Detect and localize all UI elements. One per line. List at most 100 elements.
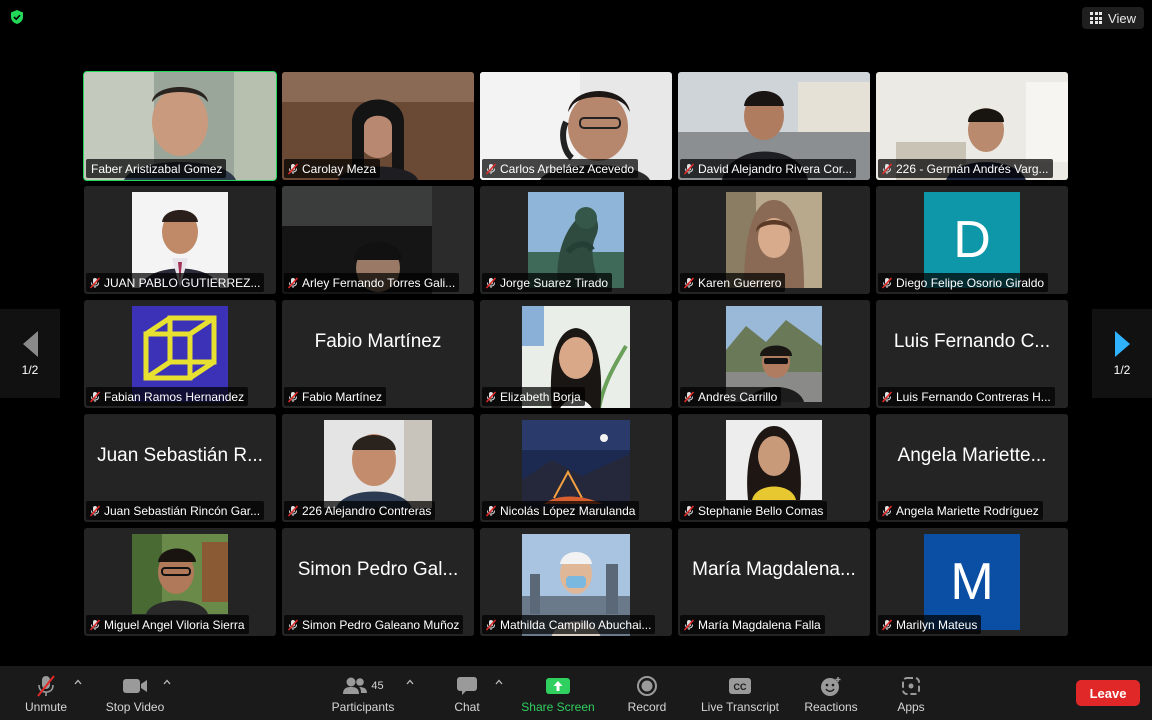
- muted-mic-icon: [683, 276, 695, 289]
- live-transcript-label: Live Transcript: [700, 700, 780, 714]
- participant-tile[interactable]: JUAN PABLO GUTIERREZ...: [84, 186, 276, 294]
- muted-mic-icon: [683, 162, 695, 175]
- participant-nametag: Fabio Martínez: [284, 387, 387, 406]
- participant-name: Carlos Arbeláez Acevedo: [500, 161, 635, 176]
- participant-tile[interactable]: Luis Fernando C... Luis Fernando Contrera…: [876, 300, 1068, 408]
- participant-name: Marilyn Mateus: [896, 617, 978, 632]
- svg-text:CC: CC: [734, 682, 747, 692]
- participants-options-caret-icon[interactable]: [406, 678, 414, 686]
- leave-button[interactable]: Leave: [1076, 680, 1140, 706]
- participant-tile[interactable]: Nicolás López Marulanda: [480, 414, 672, 522]
- participant-display-name: Fabio Martínez: [314, 331, 442, 352]
- participant-tile[interactable]: Fabian Ramos Hernandez: [84, 300, 276, 408]
- muted-mic-icon: [485, 162, 497, 175]
- muted-mic-icon: [683, 618, 695, 631]
- reactions-label: Reactions: [804, 700, 858, 714]
- participant-nametag: Andres Carrillo: [680, 387, 782, 406]
- participant-tile[interactable]: Arley Fernando Torres Gali...: [282, 186, 474, 294]
- muted-mic-icon: [287, 390, 299, 403]
- participant-name: Karen Guerrero: [698, 275, 782, 290]
- participant-nametag: Carolay Meza: [284, 159, 381, 178]
- participant-nametag: 226 Alejandro Contreras: [284, 501, 436, 520]
- apps-label: Apps: [897, 700, 925, 714]
- muted-mic-icon: [881, 276, 893, 289]
- participant-tile[interactable]: M Marilyn Mateus: [876, 528, 1068, 636]
- muted-mic-icon: [287, 504, 299, 517]
- participant-tile[interactable]: Jorge Suarez Tirado: [480, 186, 672, 294]
- chat-options-caret-icon[interactable]: [495, 678, 503, 686]
- chat-button[interactable]: Chat: [448, 666, 486, 720]
- encryption-shield-icon[interactable]: [9, 9, 25, 25]
- muted-mic-icon: [287, 276, 299, 289]
- meeting-toolbar: Unmute Stop Video 45 Participants Chat S…: [0, 666, 1152, 720]
- audio-options-caret-icon[interactable]: [74, 678, 82, 686]
- participant-nametag: Luis Fernando Contreras H...: [878, 387, 1055, 406]
- participants-label: Participants: [331, 700, 395, 714]
- participant-tile[interactable]: Stephanie Bello Comas: [678, 414, 870, 522]
- participant-tile[interactable]: Fabio Martínez Fabio Martínez: [282, 300, 474, 408]
- participant-name: Luis Fernando Contreras H...: [896, 389, 1051, 404]
- muted-mic-icon: [881, 504, 893, 517]
- chat-label: Chat: [454, 700, 480, 714]
- participant-tile[interactable]: 226 Alejandro Contreras: [282, 414, 474, 522]
- participant-tile[interactable]: Andres Carrillo: [678, 300, 870, 408]
- muted-mic-icon: [881, 618, 893, 631]
- smiley-reaction-icon: [821, 677, 841, 696]
- participant-display-name: Angela Mariette...: [897, 445, 1047, 466]
- participant-tile[interactable]: Faber Aristizabal Gomez: [83, 71, 277, 181]
- participant-tile[interactable]: Carolay Meza: [282, 72, 474, 180]
- muted-mic-icon: [89, 390, 101, 403]
- participant-name: Diego Felipe Osorio Giraldo: [896, 275, 1045, 290]
- record-button[interactable]: Record: [622, 666, 672, 720]
- unmute-button[interactable]: Unmute: [18, 666, 74, 720]
- participant-display-name: María Magdalena...: [692, 559, 856, 580]
- muted-mic-icon: [683, 504, 695, 517]
- participant-tile[interactable]: Mathilda Campillo Abuchai...: [480, 528, 672, 636]
- participant-name: Mathilda Campillo Abuchai...: [500, 617, 652, 632]
- participants-button[interactable]: 45 Participants: [326, 666, 400, 720]
- apps-button[interactable]: Apps: [892, 666, 930, 720]
- next-page-button[interactable]: 1/2: [1092, 309, 1152, 398]
- participant-tile[interactable]: Miguel Angel Viloria Sierra: [84, 528, 276, 636]
- arrow-right-icon: [1114, 330, 1130, 357]
- participant-nametag: Angela Mariette Rodríguez: [878, 501, 1043, 520]
- participant-name: JUAN PABLO GUTIERREZ...: [104, 275, 261, 290]
- stop-video-button[interactable]: Stop Video: [100, 666, 170, 720]
- stop-video-label: Stop Video: [105, 700, 165, 714]
- record-icon: [637, 676, 657, 696]
- participant-tile[interactable]: D Diego Felipe Osorio Giraldo: [876, 186, 1068, 294]
- participant-tile[interactable]: Karen Guerrero: [678, 186, 870, 294]
- participant-tile[interactable]: Carlos Arbeláez Acevedo: [480, 72, 672, 180]
- participant-nametag: Miguel Angel Viloria Sierra: [86, 615, 249, 634]
- participant-tile[interactable]: Juan Sebastián R... Juan Sebastián Rincón…: [84, 414, 276, 522]
- arrow-left-icon: [22, 330, 38, 357]
- participant-tile[interactable]: Angela Mariette... Angela Mariette Rodríg…: [876, 414, 1068, 522]
- muted-mic-icon: [485, 390, 497, 403]
- muted-mic-icon: [89, 504, 101, 517]
- participant-nametag: María Magdalena Falla: [680, 615, 825, 634]
- participant-nametag: Jorge Suarez Tirado: [482, 273, 613, 292]
- record-label: Record: [627, 700, 667, 714]
- participant-nametag: Mathilda Campillo Abuchai...: [482, 615, 656, 634]
- participant-nametag: David Alejandro Rivera Cor...: [680, 159, 857, 178]
- participant-nametag: Arley Fernando Torres Gali...: [284, 273, 460, 292]
- participant-tile[interactable]: 226 - Germán Andrés Varg...: [876, 72, 1068, 180]
- muted-mic-icon: [89, 276, 101, 289]
- video-options-caret-icon[interactable]: [163, 678, 171, 686]
- participant-nametag: 226 - Germán Andrés Varg...: [878, 159, 1053, 178]
- participant-nametag: Faber Aristizabal Gomez: [86, 159, 227, 178]
- participant-display-name: Luis Fernando C...: [893, 331, 1051, 352]
- participant-tile[interactable]: David Alejandro Rivera Cor...: [678, 72, 870, 180]
- participant-name: Simon Pedro Galeano Muñoz: [302, 617, 460, 632]
- video-camera-icon: [123, 679, 147, 693]
- participant-tile[interactable]: Elizabeth Borja: [480, 300, 672, 408]
- participant-nametag: Marilyn Mateus: [878, 615, 982, 634]
- share-screen-button[interactable]: Share Screen: [516, 666, 600, 720]
- view-button[interactable]: View: [1082, 7, 1144, 29]
- reactions-button[interactable]: Reactions: [800, 666, 862, 720]
- live-transcript-button[interactable]: CC Live Transcript: [694, 666, 786, 720]
- participant-tile[interactable]: Simon Pedro Gal... Simon Pedro Galeano Mu…: [282, 528, 474, 636]
- previous-page-button[interactable]: 1/2: [0, 309, 60, 398]
- participant-name: Andres Carrillo: [698, 389, 778, 404]
- participant-tile[interactable]: María Magdalena... María Magdalena Falla: [678, 528, 870, 636]
